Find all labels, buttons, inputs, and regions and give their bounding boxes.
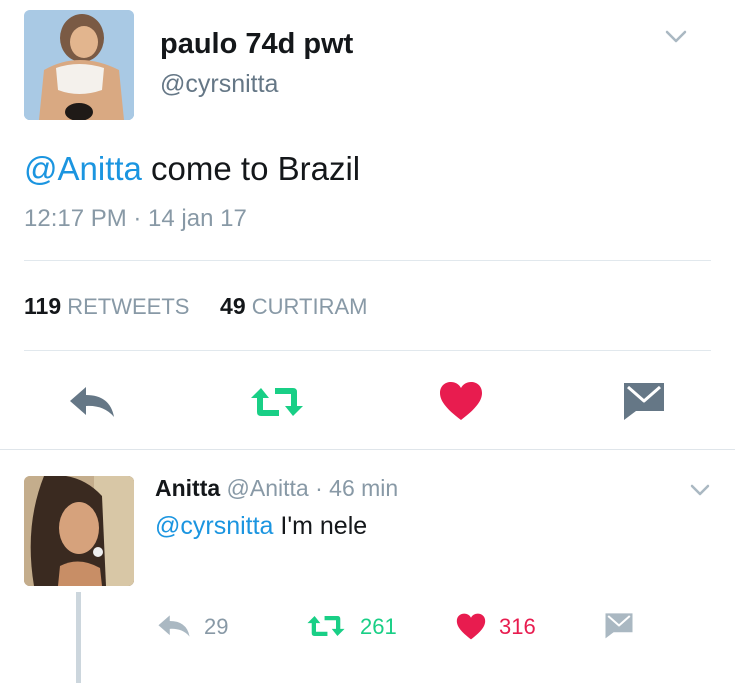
tweet-text-body: come to Brazil — [141, 150, 361, 187]
author-handle[interactable]: @cyrsnitta — [160, 70, 278, 99]
mention-link[interactable]: @Anitta — [24, 150, 142, 187]
thread-line — [76, 592, 81, 683]
direct-message-icon[interactable] — [622, 381, 666, 421]
reply-author-avatar[interactable] — [24, 476, 134, 586]
reply-author-name[interactable]: Anitta — [155, 475, 220, 501]
divider — [0, 449, 735, 450]
retweet-icon[interactable] — [306, 614, 346, 638]
retweets-stat[interactable]: 119 RETWEETS — [24, 293, 190, 319]
reply-header: Anitta @Anitta · 46 min — [155, 475, 398, 502]
reply-text-body: I'm nele — [273, 512, 368, 540]
retweets-label: RETWEETS — [67, 294, 190, 319]
tweet-stats: 119 RETWEETS 49 CURTIRAM — [24, 293, 367, 320]
author-display-name[interactable]: paulo 74d pwt — [160, 28, 353, 61]
tweet-timestamp[interactable]: 12:17 PM · 14 jan 17 — [24, 205, 247, 233]
likes-count: 49 — [220, 293, 246, 319]
reply-handle-time[interactable]: @Anitta · 46 min — [220, 475, 399, 501]
heart-icon[interactable] — [456, 613, 486, 640]
likes-label: CURTIRAM — [251, 294, 368, 319]
mention-link[interactable]: @cyrsnitta — [155, 512, 273, 540]
reply-icon[interactable] — [68, 385, 116, 419]
reply-text: @cyrsnitta I'm nele — [155, 512, 367, 541]
likes-stat[interactable]: 49 CURTIRAM — [220, 293, 368, 319]
reply-icon[interactable] — [157, 614, 191, 638]
retweet-icon[interactable] — [249, 386, 305, 418]
like-count[interactable]: 316 — [499, 614, 536, 640]
chevron-down-icon[interactable] — [689, 482, 711, 498]
chevron-down-icon[interactable] — [664, 28, 688, 46]
divider — [24, 350, 711, 351]
tweet-text: @Anitta come to Brazil — [24, 150, 360, 188]
retweet-count[interactable]: 261 — [360, 614, 397, 640]
heart-icon[interactable] — [439, 381, 483, 421]
direct-message-icon[interactable] — [604, 612, 634, 639]
reply-count[interactable]: 29 — [204, 614, 228, 640]
divider — [24, 260, 711, 261]
author-avatar[interactable] — [24, 10, 134, 120]
retweets-count: 119 — [24, 293, 62, 319]
